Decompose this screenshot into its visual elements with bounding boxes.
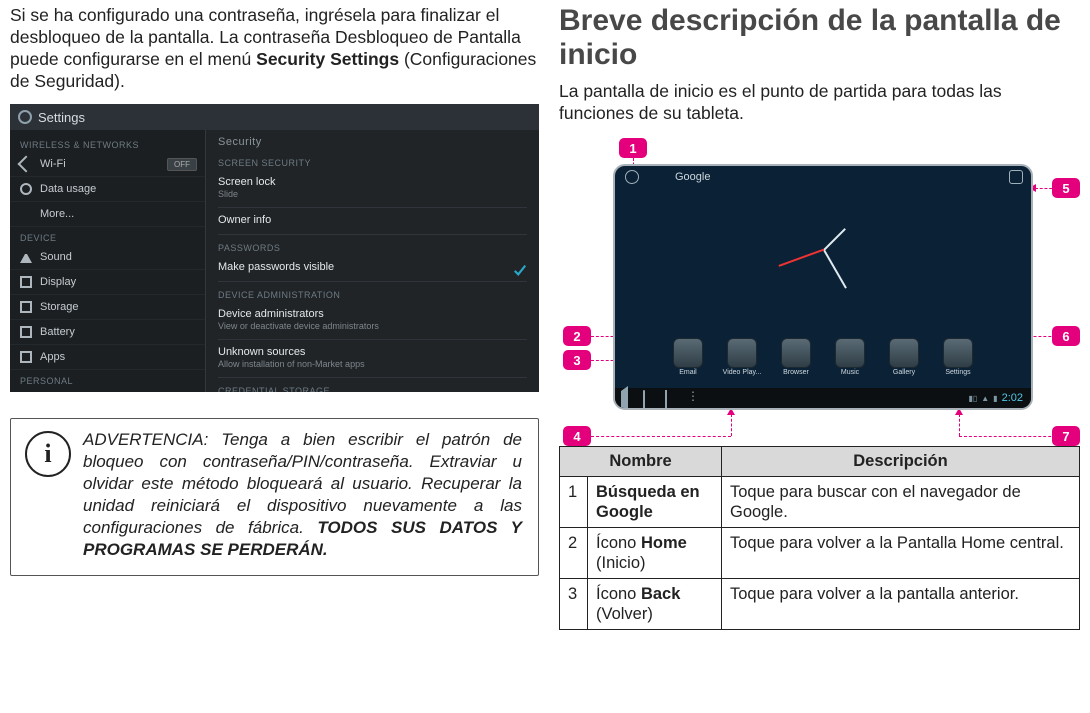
sidebar-item-more[interactable]: More... (10, 202, 205, 227)
sidebar-item-apps[interactable]: Apps (10, 345, 205, 370)
leader-line (591, 436, 731, 437)
col-header-desc: Descripción (722, 447, 1080, 477)
apps-grid-icon[interactable] (1009, 170, 1023, 184)
sidebar-item-sound[interactable]: Sound (10, 245, 205, 270)
battery-icon (20, 326, 32, 338)
checkbox-icon[interactable] (513, 263, 527, 277)
clock-time: 2:02 (1002, 392, 1023, 404)
back-icon[interactable] (621, 391, 635, 405)
settings-icon (943, 338, 973, 368)
reference-table: Nombre Descripción 1 Búsqueda en Google … (559, 446, 1080, 630)
sound-icon (20, 251, 32, 263)
home-icon[interactable] (643, 391, 657, 405)
sect-device-admin: DEVICE ADMINISTRATION (218, 282, 527, 302)
data-icon (20, 183, 32, 195)
leader-line (959, 414, 960, 436)
col-header-name: Nombre (560, 447, 722, 477)
page-title: Breve descripción de la pantalla de inic… (559, 4, 1080, 72)
intro-paragraph: Si se ha configurado una contraseña, ing… (10, 4, 539, 92)
settings-main: Security SCREEN SECURITY Screen lockSlid… (206, 130, 539, 392)
storage-icon (20, 301, 32, 313)
row-owner-info[interactable]: Owner info (218, 208, 527, 235)
callout-2: 2 (563, 326, 591, 346)
clock-widget (769, 194, 879, 304)
settings-screenshot: Settings WIRELESS & NETWORKS Wi-FiOFF Da… (10, 104, 539, 392)
sect-passwords: PASSWORDS (218, 235, 527, 255)
warning-text: ADVERTENCIA: Tenga a bien escribir el pa… (83, 429, 522, 561)
table-row: 1 Búsqueda en Google Toque para buscar c… (560, 477, 1080, 528)
row-screen-lock[interactable]: Screen lockSlide (218, 170, 527, 208)
sidebar-item-battery[interactable]: Battery (10, 320, 205, 345)
wifi-toggle[interactable]: OFF (167, 158, 197, 171)
table-row: 2 Ícono Home (Inicio) Toque para volver … (560, 528, 1080, 579)
display-icon (20, 276, 32, 288)
wifi-icon (18, 156, 35, 173)
sidebar-item-data-usage[interactable]: Data usage (10, 177, 205, 202)
apps-icon (20, 351, 32, 363)
email-icon (673, 338, 703, 368)
signal-icon: ▮▯ (968, 394, 977, 403)
leader-line (731, 414, 732, 436)
callout-1: 1 (619, 138, 647, 158)
nav-bar: ⋮ ▮▯ ▲ ▮ 2:02 (615, 388, 1031, 408)
gear-icon (18, 110, 32, 124)
video-icon (727, 338, 757, 368)
music-icon (835, 338, 865, 368)
page-subtitle: La pantalla de inicio es el punto de par… (559, 80, 1080, 124)
app-settings[interactable]: Settings (936, 338, 980, 384)
main-header: Security (218, 132, 527, 150)
sidebar-item-display[interactable]: Display (10, 270, 205, 295)
callout-6: 6 (1052, 326, 1080, 346)
browser-icon (781, 338, 811, 368)
status-area[interactable]: ▮▯ ▲ ▮ 2:02 (968, 392, 1023, 404)
search-icon (625, 170, 639, 184)
settings-title: Settings (38, 110, 85, 125)
app-email[interactable]: Email (666, 338, 710, 384)
callout-4: 4 (563, 426, 591, 446)
app-gallery[interactable]: Gallery (882, 338, 926, 384)
sidebar-item-accounts[interactable]: Accounts & sync (10, 388, 205, 392)
section-device: DEVICE (10, 227, 205, 245)
home-screen-figure: 1 2 3 4 5 6 7 (559, 138, 1080, 440)
sidebar-item-wifi[interactable]: Wi-FiOFF (10, 152, 205, 177)
section-personal: PERSONAL (10, 370, 205, 388)
row-device-admins[interactable]: Device administratorsView or deactivate … (218, 302, 527, 340)
warning-box: i ADVERTENCIA: Tenga a bien escribir el … (10, 418, 539, 576)
settings-titlebar: Settings (10, 104, 539, 130)
callout-7: 7 (1052, 426, 1080, 446)
gallery-icon (889, 338, 919, 368)
row-password-visible[interactable]: Make passwords visible (218, 255, 527, 282)
google-label: Google (675, 171, 710, 183)
info-icon: i (25, 431, 71, 477)
callout-5: 5 (1052, 178, 1080, 198)
section-wireless: WIRELESS & NETWORKS (10, 134, 205, 152)
app-dock: Email Video Play... Browser Music Galler… (615, 334, 1031, 388)
sidebar-item-storage[interactable]: Storage (10, 295, 205, 320)
settings-sidebar: WIRELESS & NETWORKS Wi-FiOFF Data usage … (10, 130, 206, 392)
table-row: 3 Ícono Back (Volver) Toque para volver … (560, 579, 1080, 630)
wifi-status-icon: ▲ (981, 394, 989, 403)
app-music[interactable]: Music (828, 338, 872, 384)
row-unknown-sources[interactable]: Unknown sourcesAllow installation of non… (218, 340, 527, 378)
app-video[interactable]: Video Play... (720, 338, 764, 384)
tablet-screenshot: Google Email Video Play... Browser Music… (613, 164, 1033, 410)
intro-bold: Security Settings (256, 49, 399, 69)
sect-credential-storage: CREDENTIAL STORAGE (218, 378, 527, 392)
sect-screen-security: SCREEN SECURITY (218, 150, 527, 170)
menu-icon[interactable]: ⋮ (687, 391, 701, 405)
battery-status-icon: ▮ (993, 394, 997, 403)
search-bar[interactable]: Google (615, 166, 1031, 188)
callout-3: 3 (563, 350, 591, 370)
recent-icon[interactable] (665, 391, 679, 405)
app-browser[interactable]: Browser (774, 338, 818, 384)
